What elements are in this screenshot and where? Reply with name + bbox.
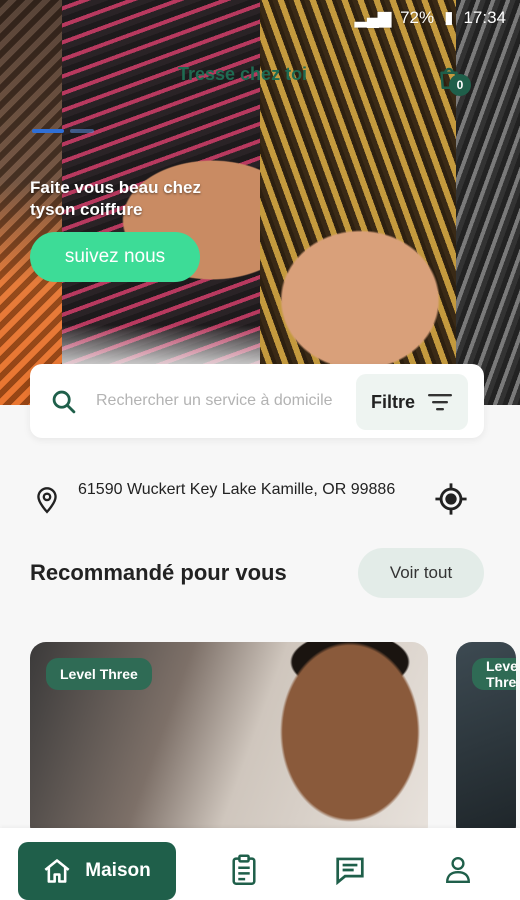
user-icon	[446, 856, 470, 884]
address-text: 61590 Wuckert Key Lake Kamille, OR 99886	[78, 481, 396, 498]
see-all-button[interactable]: Voir tout	[358, 548, 484, 598]
status-bar: ▂▄▆ 72% ▮ 17:34	[355, 8, 506, 28]
bottom-nav: Maison	[0, 828, 520, 900]
location-row[interactable]: 61590 Wuckert Key Lake Kamille, OR 99886	[32, 478, 482, 522]
nav-profile[interactable]	[440, 852, 476, 888]
nav-home[interactable]: Maison	[18, 842, 176, 900]
home-icon	[44, 859, 70, 883]
battery-level: 72%	[400, 8, 435, 27]
service-card[interactable]: Level Three	[30, 642, 428, 842]
search-input[interactable]	[96, 386, 342, 416]
clock: 17:34	[463, 8, 506, 27]
search-icon[interactable]	[50, 388, 78, 416]
my-location-icon[interactable]	[434, 482, 468, 516]
indicator-inactive[interactable]	[70, 129, 94, 133]
app-title: Tresse chez toi	[178, 64, 308, 84]
level-badge: Level Three	[46, 658, 152, 690]
nav-home-label: Maison	[85, 860, 151, 881]
filter-label: Filtre	[370, 391, 415, 412]
message-icon	[336, 857, 364, 885]
search-bar: Filtre	[30, 364, 484, 438]
hero-photo	[456, 0, 520, 405]
service-card[interactable]: Level Three	[456, 642, 516, 842]
battery-icon: ▮	[444, 8, 454, 27]
hero-photo	[260, 0, 456, 405]
nav-messages[interactable]	[332, 852, 368, 888]
location-pin-icon	[37, 487, 57, 514]
hero-banner[interactable]: ▂▄▆ 72% ▮ 17:34 Tresse chez toi 0 Faite …	[0, 0, 520, 405]
follow-button[interactable]: suivez nous	[30, 232, 200, 282]
carousel-indicators[interactable]	[32, 129, 94, 133]
clipboard-icon	[232, 854, 256, 885]
signal-icon: ▂▄▆	[354, 8, 391, 27]
filter-icon	[428, 394, 452, 411]
filter-button[interactable]: Filtre	[356, 374, 468, 430]
indicator-active[interactable]	[32, 129, 64, 133]
section-title: Recommandé pour vous	[30, 560, 287, 585]
level-badge: Level Three	[472, 658, 516, 690]
cart-count-badge: 0	[449, 74, 471, 96]
nav-bookings[interactable]	[226, 852, 262, 888]
hero-headline: Faite vous beau chez tyson coiffure	[30, 178, 201, 219]
